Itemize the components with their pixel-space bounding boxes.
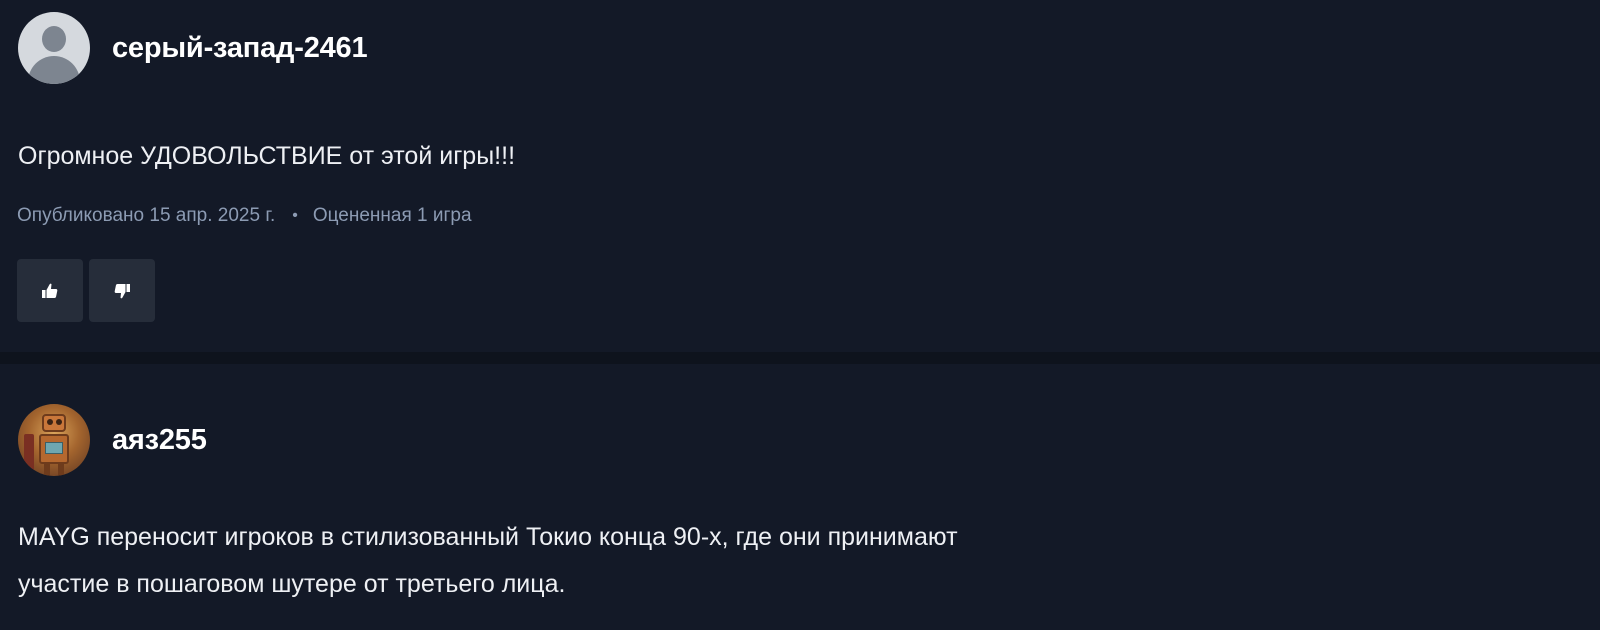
review-meta: Опубликовано 15 апр. 2025 г. • Оцененная… [17,205,472,227]
avatar[interactable] [18,404,90,476]
username[interactable]: аяз255 [112,424,207,457]
username[interactable]: серый-запад-2461 [112,32,368,65]
published-date: Опубликовано 15 апр. 2025 г. [17,205,276,226]
review-author[interactable]: аяз255 [18,404,207,476]
rated-games-count: Оцененная 1 игра [312,205,472,226]
review-author[interactable]: серый-запад-2461 [18,12,368,84]
review-card: аяз255 MAYG переносит игроков в стилизов… [0,364,1600,630]
thumbs-down-icon [114,283,130,298]
review-divider [0,352,1600,364]
review-card: серый-запад-2461 Огромное УДОВОЛЬСТВИЕ о… [0,0,1600,352]
robot-icon [42,414,66,432]
default-user-icon [42,26,66,52]
review-text: MAYG переносит игроков в стилизованный Т… [18,523,958,598]
like-button[interactable] [17,259,83,322]
meta-separator: • [292,207,298,224]
thumbs-up-icon [42,283,58,298]
vote-buttons [17,259,155,322]
avatar[interactable] [18,12,90,84]
dislike-button[interactable] [89,259,155,322]
review-text: Огромное УДОВОЛЬСТВИЕ от этой игры!!! [18,142,516,170]
